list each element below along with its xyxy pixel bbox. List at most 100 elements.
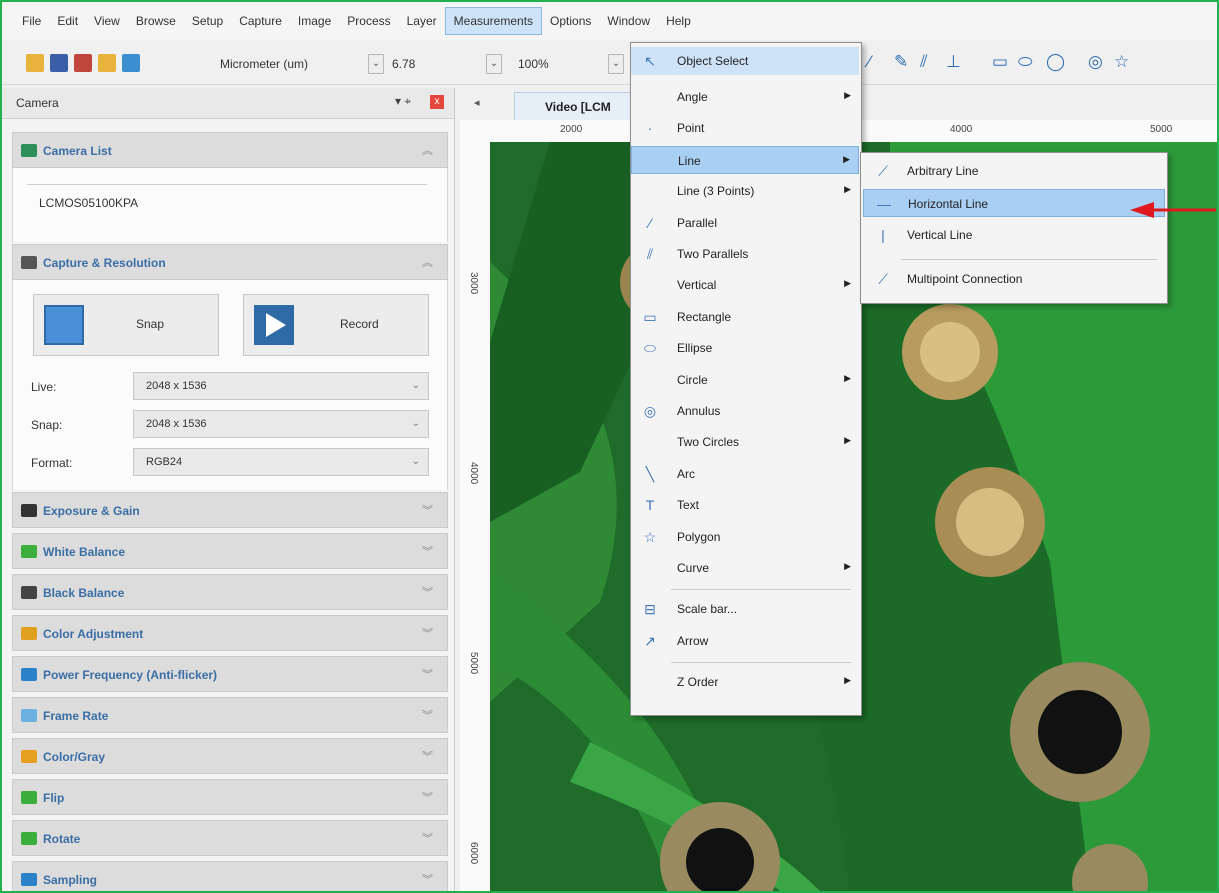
menu-item-polygon[interactable]: ☆ Polygon — [631, 523, 859, 551]
expand-icon[interactable]: ︾ — [422, 789, 433, 805]
menu-capture[interactable]: Capture — [231, 8, 290, 34]
annulus-tool-icon[interactable]: ◎ — [1088, 52, 1103, 72]
pen-tool-icon[interactable]: ✎ — [894, 52, 908, 72]
submenu-item-vertical-line[interactable]: | Vertical Line — [863, 221, 1165, 249]
menu-view[interactable]: View — [86, 8, 128, 34]
menu-item-parallel[interactable]: ⁄ Parallel — [631, 209, 859, 237]
section-exposure-gain[interactable]: Exposure & Gain ︾ — [12, 492, 448, 528]
menu-item-object-select[interactable]: ↖ Object Select — [631, 47, 859, 75]
record-button[interactable]: Record — [243, 294, 429, 356]
menu-item-two-circles[interactable]: Two Circles ▶ — [631, 428, 859, 456]
menu-item-circle[interactable]: Circle ▶ — [631, 366, 859, 394]
section-power-frequency-anti-flicker[interactable]: Power Frequency (Anti-flicker) ︾ — [12, 656, 448, 692]
camera-item[interactable]: LCMOS05100KPA — [39, 196, 138, 210]
expand-icon[interactable]: ︾ — [422, 830, 433, 846]
section-white-balance[interactable]: White Balance ︾ — [12, 533, 448, 569]
scale-value[interactable]: 6.78 — [388, 54, 468, 74]
scale-dropdown-button[interactable]: ⌄ — [486, 54, 502, 74]
expand-icon[interactable]: ︾ — [422, 584, 433, 600]
menu-item-line[interactable]: Line ▶ — [631, 145, 859, 174]
menu-item-text[interactable]: T Text — [631, 491, 859, 519]
menu-item-label: Arc — [677, 466, 695, 481]
submenu-item-arbitrary-line[interactable]: ⟋ Arbitrary Line — [863, 157, 1165, 185]
menu-help[interactable]: Help — [658, 8, 699, 34]
collapse-icon[interactable]: ︽ — [422, 254, 433, 270]
menu-item-vertical[interactable]: Vertical ▶ — [631, 271, 859, 299]
expand-icon[interactable]: ︾ — [422, 543, 433, 559]
menu-item-label: Object Select — [677, 54, 749, 68]
menu-item-line-3-points[interactable]: Line (3 Points) ▶ — [631, 177, 859, 205]
zoom-select[interactable]: 100% — [514, 54, 594, 74]
unit-dropdown-button[interactable]: ⌄ — [368, 54, 384, 74]
circle-tool-icon[interactable]: ◯ — [1046, 52, 1065, 72]
menu-item-rectangle[interactable]: ▭ Rectangle — [631, 303, 859, 331]
menu-window[interactable]: Window — [599, 8, 658, 34]
section-color-gray[interactable]: Color/Gray ︾ — [12, 738, 448, 774]
collapse-icon[interactable]: ︽ — [422, 142, 433, 158]
menu-setup[interactable]: Setup — [184, 8, 231, 34]
expand-icon[interactable]: ︾ — [422, 871, 433, 887]
ellipse-tool-icon[interactable]: ⬭ — [1018, 52, 1033, 72]
close-icon[interactable]: x — [430, 95, 444, 109]
tab-scroll-left-icon[interactable]: ◂ — [474, 96, 480, 109]
menu-options[interactable]: Options — [542, 8, 599, 34]
snap-resolution-select[interactable]: 2048 x 1536 ⌄ — [133, 410, 429, 438]
expand-icon[interactable]: ︾ — [422, 707, 433, 723]
expand-icon[interactable]: ︾ — [422, 748, 433, 764]
expand-icon[interactable]: ︾ — [422, 502, 433, 518]
submenu-arrow-icon: ▶ — [844, 278, 851, 289]
section-frame-rate[interactable]: Frame Rate ︾ — [12, 697, 448, 733]
menu-item-curve[interactable]: Curve ▶ — [631, 554, 859, 582]
menu-measurements[interactable]: Measurements — [444, 7, 543, 35]
menu-item-arc[interactable]: ╲ Arc — [631, 460, 859, 488]
section-label: Color/Gray — [43, 750, 106, 764]
menu-item-scale-bar[interactable]: ⊟ Scale bar... — [631, 595, 859, 623]
new-folder-icon[interactable] — [26, 54, 44, 72]
menu-item-annulus[interactable]: ◎ Annulus — [631, 397, 859, 425]
section-black-balance[interactable]: Black Balance ︾ — [12, 574, 448, 610]
open-folder-icon[interactable] — [98, 54, 116, 72]
menu-item-z-order[interactable]: Z Order ▶ — [631, 668, 859, 696]
menu-item-label: Curve — [677, 561, 710, 575]
menu-item-ellipse[interactable]: ⬭ Ellipse — [631, 334, 859, 362]
snap-label: Snap — [136, 317, 165, 331]
menu-image[interactable]: Image — [290, 8, 339, 34]
menu-item-angle[interactable]: Angle ▶ — [631, 83, 859, 111]
unit-select[interactable]: Micrometer (um) — [216, 54, 356, 74]
section-flip[interactable]: Flip ︾ — [12, 779, 448, 815]
zoom-dropdown-button[interactable]: ⌄ — [608, 54, 624, 74]
menu-edit[interactable]: Edit — [49, 8, 86, 34]
line-tool-icon[interactable]: ⁄ — [868, 52, 871, 72]
menu-browse[interactable]: Browse — [128, 8, 184, 34]
rectangle-tool-icon[interactable]: ▭ — [992, 52, 1008, 72]
polygon-tool-icon[interactable]: ☆ — [1114, 52, 1129, 72]
submenu-item-label: Multipoint Connection — [907, 272, 1023, 286]
browse-icon[interactable] — [122, 54, 140, 72]
section-rotate[interactable]: Rotate ︾ — [12, 820, 448, 856]
section-capture-resolution[interactable]: Capture & Resolution ︽ — [12, 244, 448, 280]
menu-file[interactable]: File — [14, 8, 49, 34]
annotation-arrow-icon — [1130, 202, 1216, 218]
chevron-down-icon: ⌄ — [411, 456, 420, 467]
section-color-adjustment[interactable]: Color Adjustment ︾ — [12, 615, 448, 651]
menu-item-two-parallels[interactable]: ⫽ Two Parallels — [631, 240, 859, 268]
perpendicular-tool-icon[interactable]: ⊥ — [946, 52, 961, 72]
save-all-icon[interactable] — [74, 54, 92, 72]
section-camera-list[interactable]: Camera List ︽ — [12, 132, 448, 168]
live-resolution-select[interactable]: 2048 x 1536 ⌄ — [133, 372, 429, 400]
submenu-item-horizontal-line[interactable]: — Horizontal Line — [863, 189, 1165, 217]
section-sampling[interactable]: Sampling ︾ — [12, 861, 448, 891]
expand-icon[interactable]: ︾ — [422, 625, 433, 641]
menu-item-arrow[interactable]: ↗ Arrow — [631, 627, 859, 655]
menu-process[interactable]: Process — [339, 8, 398, 34]
format-select[interactable]: RGB24 ⌄ — [133, 448, 429, 476]
annulus-icon: ◎ — [643, 403, 657, 419]
snap-button[interactable]: Snap — [33, 294, 219, 356]
save-icon[interactable] — [50, 54, 68, 72]
menu-layer[interactable]: Layer — [399, 8, 445, 34]
expand-icon[interactable]: ︾ — [422, 666, 433, 682]
menu-item-point[interactable]: · Point — [631, 114, 859, 142]
pin-icon[interactable]: ▾ ⌖ — [395, 94, 411, 109]
submenu-item-multipoint-connection[interactable]: ⟋ Multipoint Connection — [863, 265, 1165, 293]
two-parallels-tool-icon[interactable]: ⫽ — [920, 52, 928, 72]
